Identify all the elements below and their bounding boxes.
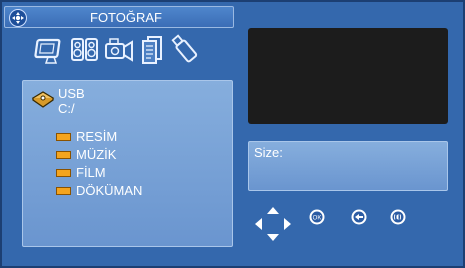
back-icon: [351, 209, 367, 225]
folder-icon: [56, 187, 71, 195]
video-camera-icon[interactable]: [102, 30, 135, 68]
page-title: FOTOĞRAF: [90, 10, 162, 25]
usb-stick-icon[interactable]: [168, 30, 201, 68]
photo-browser-screen: FOTOĞRAF USB C:/ RESİM MÜZİK FİLM DÖKÜMA…: [0, 0, 465, 268]
audio-button[interactable]: [390, 209, 406, 225]
current-path: C:/: [58, 101, 75, 116]
folder-icon: [56, 169, 71, 177]
documents-icon[interactable]: [136, 30, 169, 68]
preview-area: [248, 28, 448, 124]
speakers-icon[interactable]: [68, 30, 101, 68]
ok-icon: OK: [309, 209, 325, 225]
device-label[interactable]: USB: [58, 86, 85, 101]
folder-name: FİLM: [76, 165, 106, 180]
audio-icon: [390, 209, 406, 225]
dpad-icon[interactable]: [251, 205, 295, 243]
ok-button[interactable]: OK: [309, 209, 325, 225]
ok-label: OK: [313, 216, 322, 222]
folder-icon: [56, 151, 71, 159]
photo-frame-icon[interactable]: [34, 30, 67, 68]
title-bar: FOTOĞRAF: [4, 6, 234, 28]
back-button[interactable]: [351, 209, 367, 225]
folder-name: RESİM: [76, 129, 118, 144]
folder-icon: [56, 133, 71, 141]
folder-name: MÜZİK: [76, 147, 117, 162]
file-info-panel: Size:: [248, 141, 448, 191]
size-label: Size:: [254, 145, 283, 160]
folder-name: DÖKÜMAN: [76, 183, 143, 198]
usb-drive-icon: [31, 89, 55, 109]
file-browser-panel: USB C:/ RESİM MÜZİK FİLM DÖKÜMAN: [22, 80, 233, 247]
